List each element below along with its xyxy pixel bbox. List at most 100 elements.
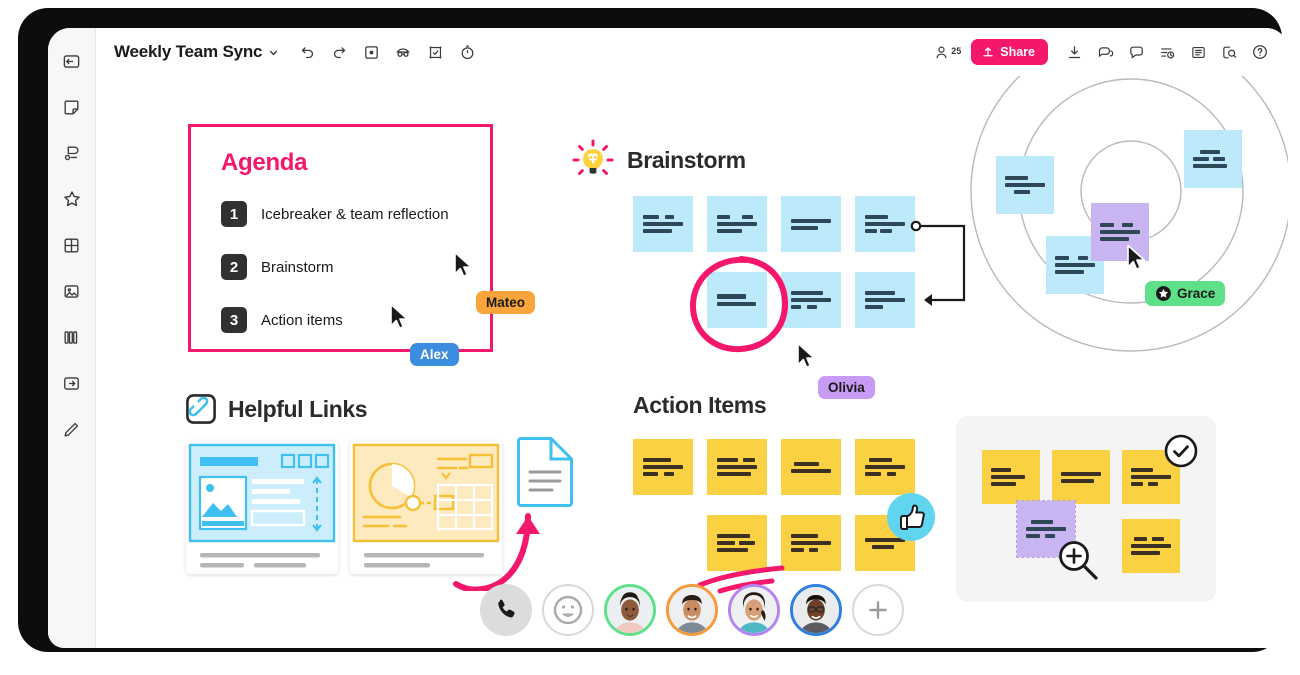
star-badge-icon xyxy=(1156,286,1171,301)
sticky-note[interactable] xyxy=(633,196,693,252)
add-participant-button[interactable] xyxy=(852,584,904,636)
share-label: Share xyxy=(1000,45,1035,59)
agenda-item-number: 2 xyxy=(221,254,247,280)
sticky-note[interactable] xyxy=(996,156,1054,214)
comments-button[interactable] xyxy=(1091,38,1119,66)
sticky-note[interactable] xyxy=(633,439,693,495)
agenda-item-3[interactable]: 3 Action items xyxy=(221,307,343,333)
select-frame-icon xyxy=(365,45,378,59)
help-button[interactable] xyxy=(1246,38,1274,66)
agenda-item-1[interactable]: 1 Icebreaker & team reflection xyxy=(221,201,449,227)
sticky-note[interactable] xyxy=(855,272,915,328)
activity-button[interactable] xyxy=(1153,38,1181,66)
page-title[interactable]: Weekly Team Sync xyxy=(114,42,263,62)
pink-arrow-annotation xyxy=(453,513,540,591)
brainstorm-header: Brainstorm xyxy=(571,138,746,182)
note-connector[interactable] xyxy=(908,216,978,311)
agenda-frame[interactable]: Agenda 1 Icebreaker & team reflection 2 … xyxy=(188,124,493,352)
download-icon xyxy=(1068,45,1080,58)
check-circle-icon xyxy=(1164,434,1198,468)
reaction-button[interactable] xyxy=(542,584,594,636)
thumbs-up-reaction[interactable] xyxy=(886,492,936,547)
webpage-preview-card[interactable] xyxy=(186,441,338,574)
sidebar-item-pen[interactable] xyxy=(57,414,87,444)
cursor-label-olivia: Olivia xyxy=(818,376,875,399)
participant-photo xyxy=(607,587,653,633)
shapes-icon xyxy=(64,145,79,160)
sticky-note[interactable] xyxy=(982,450,1040,504)
cursor-grace xyxy=(1126,244,1150,274)
lightbulb-icon xyxy=(572,139,614,175)
library-icon xyxy=(64,330,78,344)
right-tools xyxy=(1060,38,1274,66)
plus-icon xyxy=(869,601,887,619)
find-button[interactable] xyxy=(1215,38,1243,66)
sticky-note[interactable] xyxy=(781,196,841,252)
left-toolbar xyxy=(48,28,96,648)
avatar[interactable] xyxy=(666,584,718,636)
board-canvas[interactable]: Agenda 1 Icebreaker & team reflection 2 … xyxy=(96,76,1288,648)
avatar[interactable] xyxy=(604,584,656,636)
sticky-note[interactable] xyxy=(781,515,841,571)
person-icon xyxy=(936,46,947,58)
presenter-button[interactable] xyxy=(389,38,417,66)
cursor-name: Olivia xyxy=(828,380,865,395)
sticky-note[interactable] xyxy=(1052,450,1110,504)
zoom-in-cursor xyxy=(1056,538,1102,589)
link-chain-icon xyxy=(186,394,216,424)
sticky-note[interactable] xyxy=(855,439,915,495)
upload-icon xyxy=(983,47,993,57)
sidebar-item-collapse-panel[interactable] xyxy=(57,46,87,76)
cursor-pointer-icon xyxy=(390,303,409,329)
find-icon xyxy=(1222,46,1236,58)
vote-icon xyxy=(429,46,442,58)
sticky-note[interactable] xyxy=(707,196,767,252)
redo-icon xyxy=(333,46,345,58)
list-view-button[interactable] xyxy=(1184,38,1212,66)
cursor-label-grace: Grace xyxy=(1145,281,1226,306)
agenda-item-2[interactable]: 2 Brainstorm xyxy=(221,254,334,280)
sidebar-item-grid[interactable] xyxy=(57,230,87,260)
agenda-item-number: 3 xyxy=(221,307,247,333)
chat-button[interactable] xyxy=(1122,38,1150,66)
sticky-note[interactable] xyxy=(1184,130,1242,188)
download-button[interactable] xyxy=(1060,38,1088,66)
undo-button[interactable] xyxy=(293,38,321,66)
sticky-note[interactable] xyxy=(781,439,841,495)
title-dropdown[interactable] xyxy=(268,47,279,58)
undo-icon xyxy=(301,46,313,58)
select-frame-button[interactable] xyxy=(357,38,385,66)
action-items-title: Action Items xyxy=(633,392,767,418)
avatar[interactable] xyxy=(790,584,842,636)
check-badge[interactable] xyxy=(1164,434,1198,473)
timer-button[interactable] xyxy=(453,38,481,66)
edit-tools xyxy=(293,38,481,66)
sidebar-item-library[interactable] xyxy=(57,322,87,352)
timer-icon xyxy=(461,45,474,59)
sticky-note[interactable] xyxy=(1122,519,1180,573)
sticky-note[interactable] xyxy=(855,196,915,252)
list-icon xyxy=(1191,46,1205,58)
sidebar-item-sticky-note[interactable] xyxy=(57,92,87,122)
star-icon xyxy=(63,191,80,207)
redo-button[interactable] xyxy=(325,38,353,66)
sidebar-item-frame[interactable] xyxy=(57,368,87,398)
participant-photo xyxy=(669,587,715,633)
sidebar-item-image[interactable] xyxy=(57,276,87,306)
share-button[interactable]: Share xyxy=(971,39,1048,65)
call-button[interactable] xyxy=(480,584,532,636)
frame-icon xyxy=(64,376,79,390)
phone-icon xyxy=(498,599,515,618)
sticky-note[interactable] xyxy=(707,439,767,495)
avatar[interactable] xyxy=(728,584,780,636)
sidebar-item-shapes[interactable] xyxy=(57,138,87,168)
thumbs-up-icon xyxy=(887,493,935,541)
vote-button[interactable] xyxy=(421,38,449,66)
agenda-item-number: 1 xyxy=(221,201,247,227)
zoom-in-icon xyxy=(1059,541,1098,580)
sidebar-item-favorites[interactable] xyxy=(57,184,87,214)
collapse-panel-icon xyxy=(63,54,80,68)
cursor-mateo xyxy=(453,251,477,281)
participant-count[interactable]: 25 xyxy=(933,44,961,61)
cursor-olivia xyxy=(796,342,820,372)
